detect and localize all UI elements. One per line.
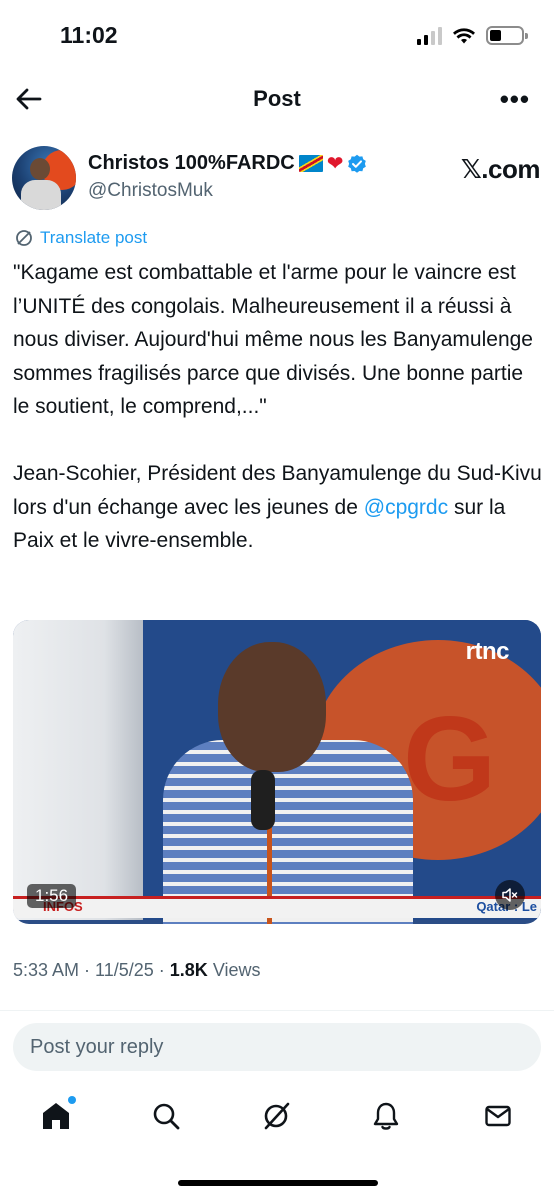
heart-icon: ❤ [326, 152, 344, 175]
views-count: 1.8K [169, 960, 208, 980]
verified-badge-icon [348, 154, 367, 173]
author-name-row[interactable]: Christos 100%FARDC ❤ [88, 152, 367, 175]
tab-notifications[interactable] [368, 1098, 404, 1134]
translate-icon [16, 230, 32, 246]
tab-grok[interactable] [258, 1098, 294, 1134]
home-icon [43, 1103, 69, 1129]
home-notification-dot [68, 1096, 76, 1104]
translate-post-button[interactable]: Translate post [14, 228, 147, 248]
views-label: Views [212, 960, 261, 980]
author-row: Christos 100%FARDC ❤ @ChristosMuk 𝕏.com [12, 146, 542, 212]
tab-home[interactable] [38, 1096, 76, 1134]
search-icon [153, 1103, 180, 1130]
muted-speaker-icon [502, 888, 518, 902]
page-title: Post [253, 86, 301, 111]
post-date: 11/5/25 [95, 960, 154, 980]
home-indicator [178, 1180, 378, 1186]
tab-search[interactable] [148, 1098, 184, 1134]
channel-logo: rtnc [465, 638, 510, 665]
translate-label[interactable]: Translate post [40, 228, 147, 248]
tab-bar [0, 1088, 554, 1148]
tab-messages[interactable] [480, 1098, 516, 1134]
source-label: 𝕏.com [460, 154, 541, 184]
video-player[interactable]: G rtnc INFOS Qatar : Le 1:56 [13, 620, 541, 924]
grok-icon [264, 1102, 290, 1130]
reply-input[interactable] [13, 1023, 541, 1071]
avatar[interactable] [12, 146, 76, 210]
status-icons [417, 26, 528, 45]
mute-button[interactable] [495, 880, 525, 910]
author-handle[interactable]: @ChristosMuk [88, 180, 213, 202]
post-paragraph-1: "Kagame est combattable et l'arme pour l… [13, 261, 539, 418]
signal-icon [417, 26, 442, 45]
wifi-icon [453, 27, 475, 43]
battery-icon [486, 26, 528, 45]
nav-bar: Post ••• [0, 72, 554, 126]
author-name[interactable]: Christos 100%FARDC [88, 152, 295, 175]
mention-link[interactable]: @cpgrdc [364, 496, 448, 519]
post-time: 5:33 AM [13, 960, 80, 980]
post-text: "Kagame est combattable et l'arme pour l… [13, 256, 543, 558]
video-duration: 1:56 [27, 884, 77, 908]
status-time: 11:02 [60, 22, 118, 48]
drc-flag-icon [298, 155, 323, 172]
post-meta: 5:33 AM · 11/5/25 · 1.8K Views [13, 960, 261, 980]
mail-icon [485, 1105, 511, 1127]
status-bar: 11:02 [0, 0, 554, 70]
bell-icon [373, 1102, 399, 1130]
more-options-icon[interactable]: ••• [500, 86, 530, 112]
reply-bar [0, 1010, 554, 1080]
